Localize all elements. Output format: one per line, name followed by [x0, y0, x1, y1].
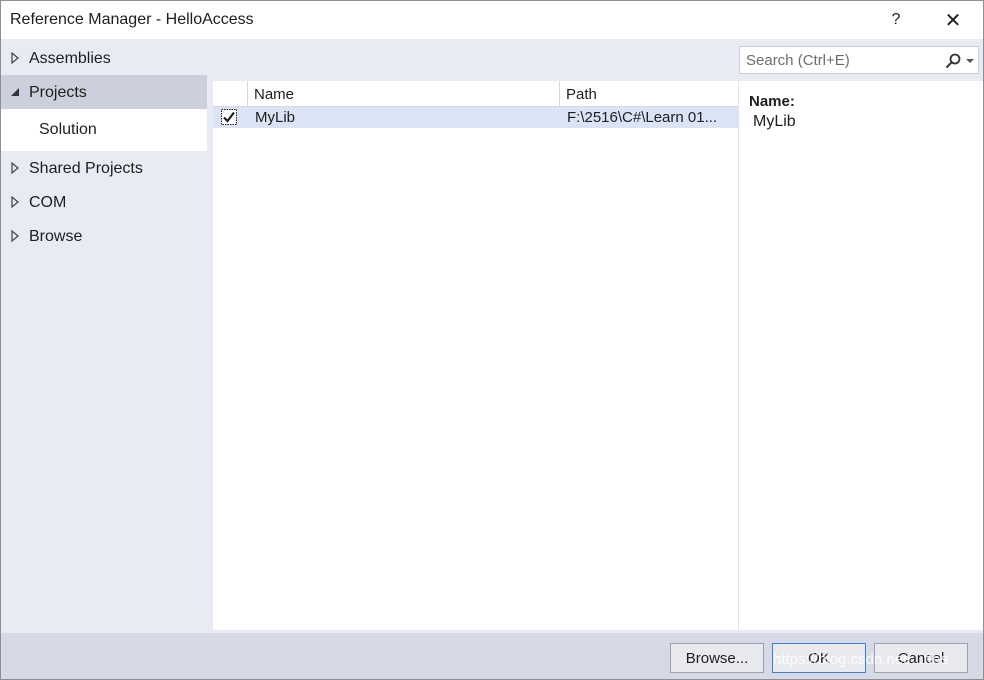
details-pane: Name: MyLib: [738, 81, 983, 630]
browse-button-label: Browse...: [685, 649, 749, 667]
nav-item-projects[interactable]: Projects: [1, 75, 207, 109]
row-name: MyLib: [255, 109, 296, 126]
nav-item-label: Shared Projects: [29, 160, 143, 177]
expand-arrow-icon: [11, 196, 19, 208]
nav-item-label: Projects: [29, 84, 87, 101]
cancel-button[interactable]: Cancel: [874, 643, 968, 673]
collapse-arrow-icon: [11, 88, 19, 96]
dialog-footer: Browse... OK Cancel https://blog.csdn.ne…: [1, 633, 983, 679]
nav-subitem-solution[interactable]: Solution: [1, 109, 207, 151]
nav-item-label: Browse: [29, 228, 83, 245]
detail-name-label: Name:: [749, 93, 795, 110]
nav-item-browse[interactable]: Browse: [1, 219, 207, 253]
check-column-header[interactable]: [213, 81, 248, 107]
search-box: [739, 46, 979, 74]
ok-button[interactable]: OK: [772, 643, 866, 673]
nav-item-label: Assemblies: [29, 50, 111, 67]
list-header: Name Path: [213, 81, 738, 107]
table-row[interactable]: MyLib F:\2516\C#\Learn 01...: [213, 107, 738, 128]
title-bar: Reference Manager - HelloAccess ? ✕: [1, 1, 983, 39]
expand-arrow-icon: [11, 52, 19, 64]
search-options-dropdown-icon[interactable]: [966, 58, 974, 64]
reference-manager-dialog: Reference Manager - HelloAccess ? ✕ Asse…: [0, 0, 984, 680]
nav-item-assemblies[interactable]: Assemblies: [1, 41, 207, 75]
search-input[interactable]: [740, 47, 942, 73]
ok-button-label: OK: [808, 649, 830, 667]
project-list: Name Path MyLib F:\2516\C#\Learn 01...: [213, 81, 738, 630]
path-column-header[interactable]: Path: [560, 81, 738, 107]
close-icon: ✕: [944, 9, 962, 32]
window-title: Reference Manager - HelloAccess: [10, 11, 254, 28]
row-checkbox[interactable]: [221, 109, 237, 125]
expand-arrow-icon: [11, 230, 19, 242]
nav-item-label: COM: [29, 194, 67, 211]
close-button[interactable]: ✕: [938, 7, 968, 33]
browse-button[interactable]: Browse...: [670, 643, 764, 673]
search-icon[interactable]: [944, 52, 962, 70]
cancel-button-label: Cancel: [897, 649, 945, 667]
expand-arrow-icon: [11, 162, 19, 174]
detail-name-value: MyLib: [753, 113, 796, 130]
nav-subitem-label: Solution: [39, 121, 97, 138]
row-path: F:\2516\C#\Learn 01...: [567, 109, 718, 126]
nav-item-shared-projects[interactable]: Shared Projects: [1, 151, 207, 185]
name-column-header[interactable]: Name: [248, 81, 560, 107]
category-nav: Assemblies Projects Solution Shared Proj…: [1, 39, 207, 631]
help-icon: ?: [891, 11, 901, 28]
nav-item-com[interactable]: COM: [1, 185, 207, 219]
help-button[interactable]: ?: [881, 7, 911, 33]
